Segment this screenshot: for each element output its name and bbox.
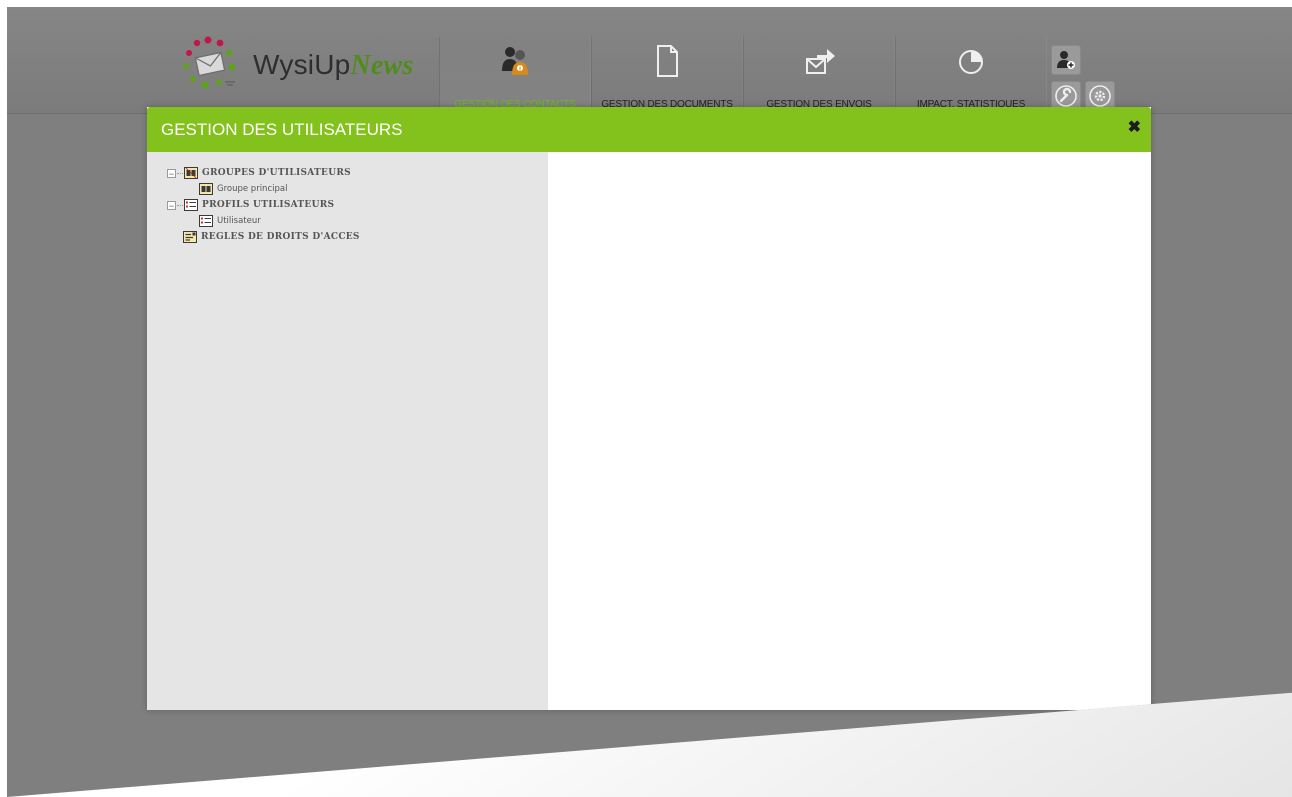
logo-wysi: WysiUp (253, 49, 351, 80)
tree-node-access-rules[interactable]: REGLES DE DROITS D'ACCES (167, 229, 360, 245)
modal-header: GESTION DES UTILISATEURS ✖ (147, 107, 1151, 152)
user-add-button[interactable] (1051, 45, 1081, 75)
user-tree: − GROUPES D'UTILISATEURS Groupe principa… (167, 165, 360, 245)
detail-panel (548, 152, 1151, 710)
user-add-icon (1057, 51, 1075, 69)
page-backdrop: WysiUpNews i GESTION DES CONTACTS GESTIO… (7, 7, 1292, 797)
logo-mark-icon (183, 36, 236, 89)
profile-list-icon (184, 199, 198, 211)
close-icon[interactable]: ✖ (1128, 120, 1141, 136)
document-icon (657, 45, 678, 77)
group-folder-icon (184, 167, 198, 179)
tree-label-groups: GROUPES D'UTILISATEURS (202, 168, 351, 178)
nav-statistiques[interactable]: IMPACT, STATISTIQUES (895, 37, 1047, 113)
modal-title: GESTION DES UTILISATEURS (161, 120, 403, 139)
rules-icon (183, 231, 197, 243)
logo-wordmark: WysiUpNews (253, 49, 413, 82)
nav-envois[interactable]: GESTION DES ENVOIS (743, 37, 895, 113)
header-tools (1051, 45, 1131, 111)
app-header: WysiUpNews i GESTION DES CONTACTS GESTIO… (7, 7, 1292, 114)
send-mail-icon (806, 49, 835, 74)
contacts-icon: i (502, 47, 528, 75)
collapse-icon[interactable]: − (167, 200, 176, 210)
collapse-icon[interactable]: − (167, 168, 176, 178)
nav-documents[interactable]: GESTION DES DOCUMENTS (591, 37, 743, 113)
main-nav: i GESTION DES CONTACTS GESTION DES DOCUM… (439, 37, 1047, 113)
svg-text:i: i (519, 66, 521, 73)
tree-panel: − GROUPES D'UTILISATEURS Groupe principa… (147, 152, 548, 710)
tree-label-groupe-principal: Groupe principal (217, 184, 288, 194)
user-management-modal: GESTION DES UTILISATEURS ✖ − GROUPES D'U… (147, 107, 1151, 710)
nav-contacts[interactable]: i GESTION DES CONTACTS (439, 37, 591, 113)
profile-icon (199, 215, 213, 227)
group-icon (199, 183, 213, 195)
pie-chart-icon (959, 50, 983, 74)
gear-icon (1089, 85, 1111, 107)
app-logo[interactable]: WysiUpNews (175, 35, 415, 105)
tree-leaf-utilisateur[interactable]: Utilisateur (167, 213, 360, 229)
tree-label-profiles: PROFILS UTILISATEURS (202, 200, 335, 210)
tree-node-groups[interactable]: − GROUPES D'UTILISATEURS (167, 165, 360, 181)
tree-label-access-rules: REGLES DE DROITS D'ACCES (201, 232, 360, 242)
tree-leaf-groupe-principal[interactable]: Groupe principal (167, 181, 360, 197)
wrench-icon (1055, 85, 1077, 107)
screenshot-card: WysiUpNews i GESTION DES CONTACTS GESTIO… (7, 7, 1292, 797)
tree-node-profiles[interactable]: − PROFILS UTILISATEURS (167, 197, 360, 213)
logo-news: News (350, 50, 414, 81)
tree-label-utilisateur: Utilisateur (217, 216, 261, 226)
